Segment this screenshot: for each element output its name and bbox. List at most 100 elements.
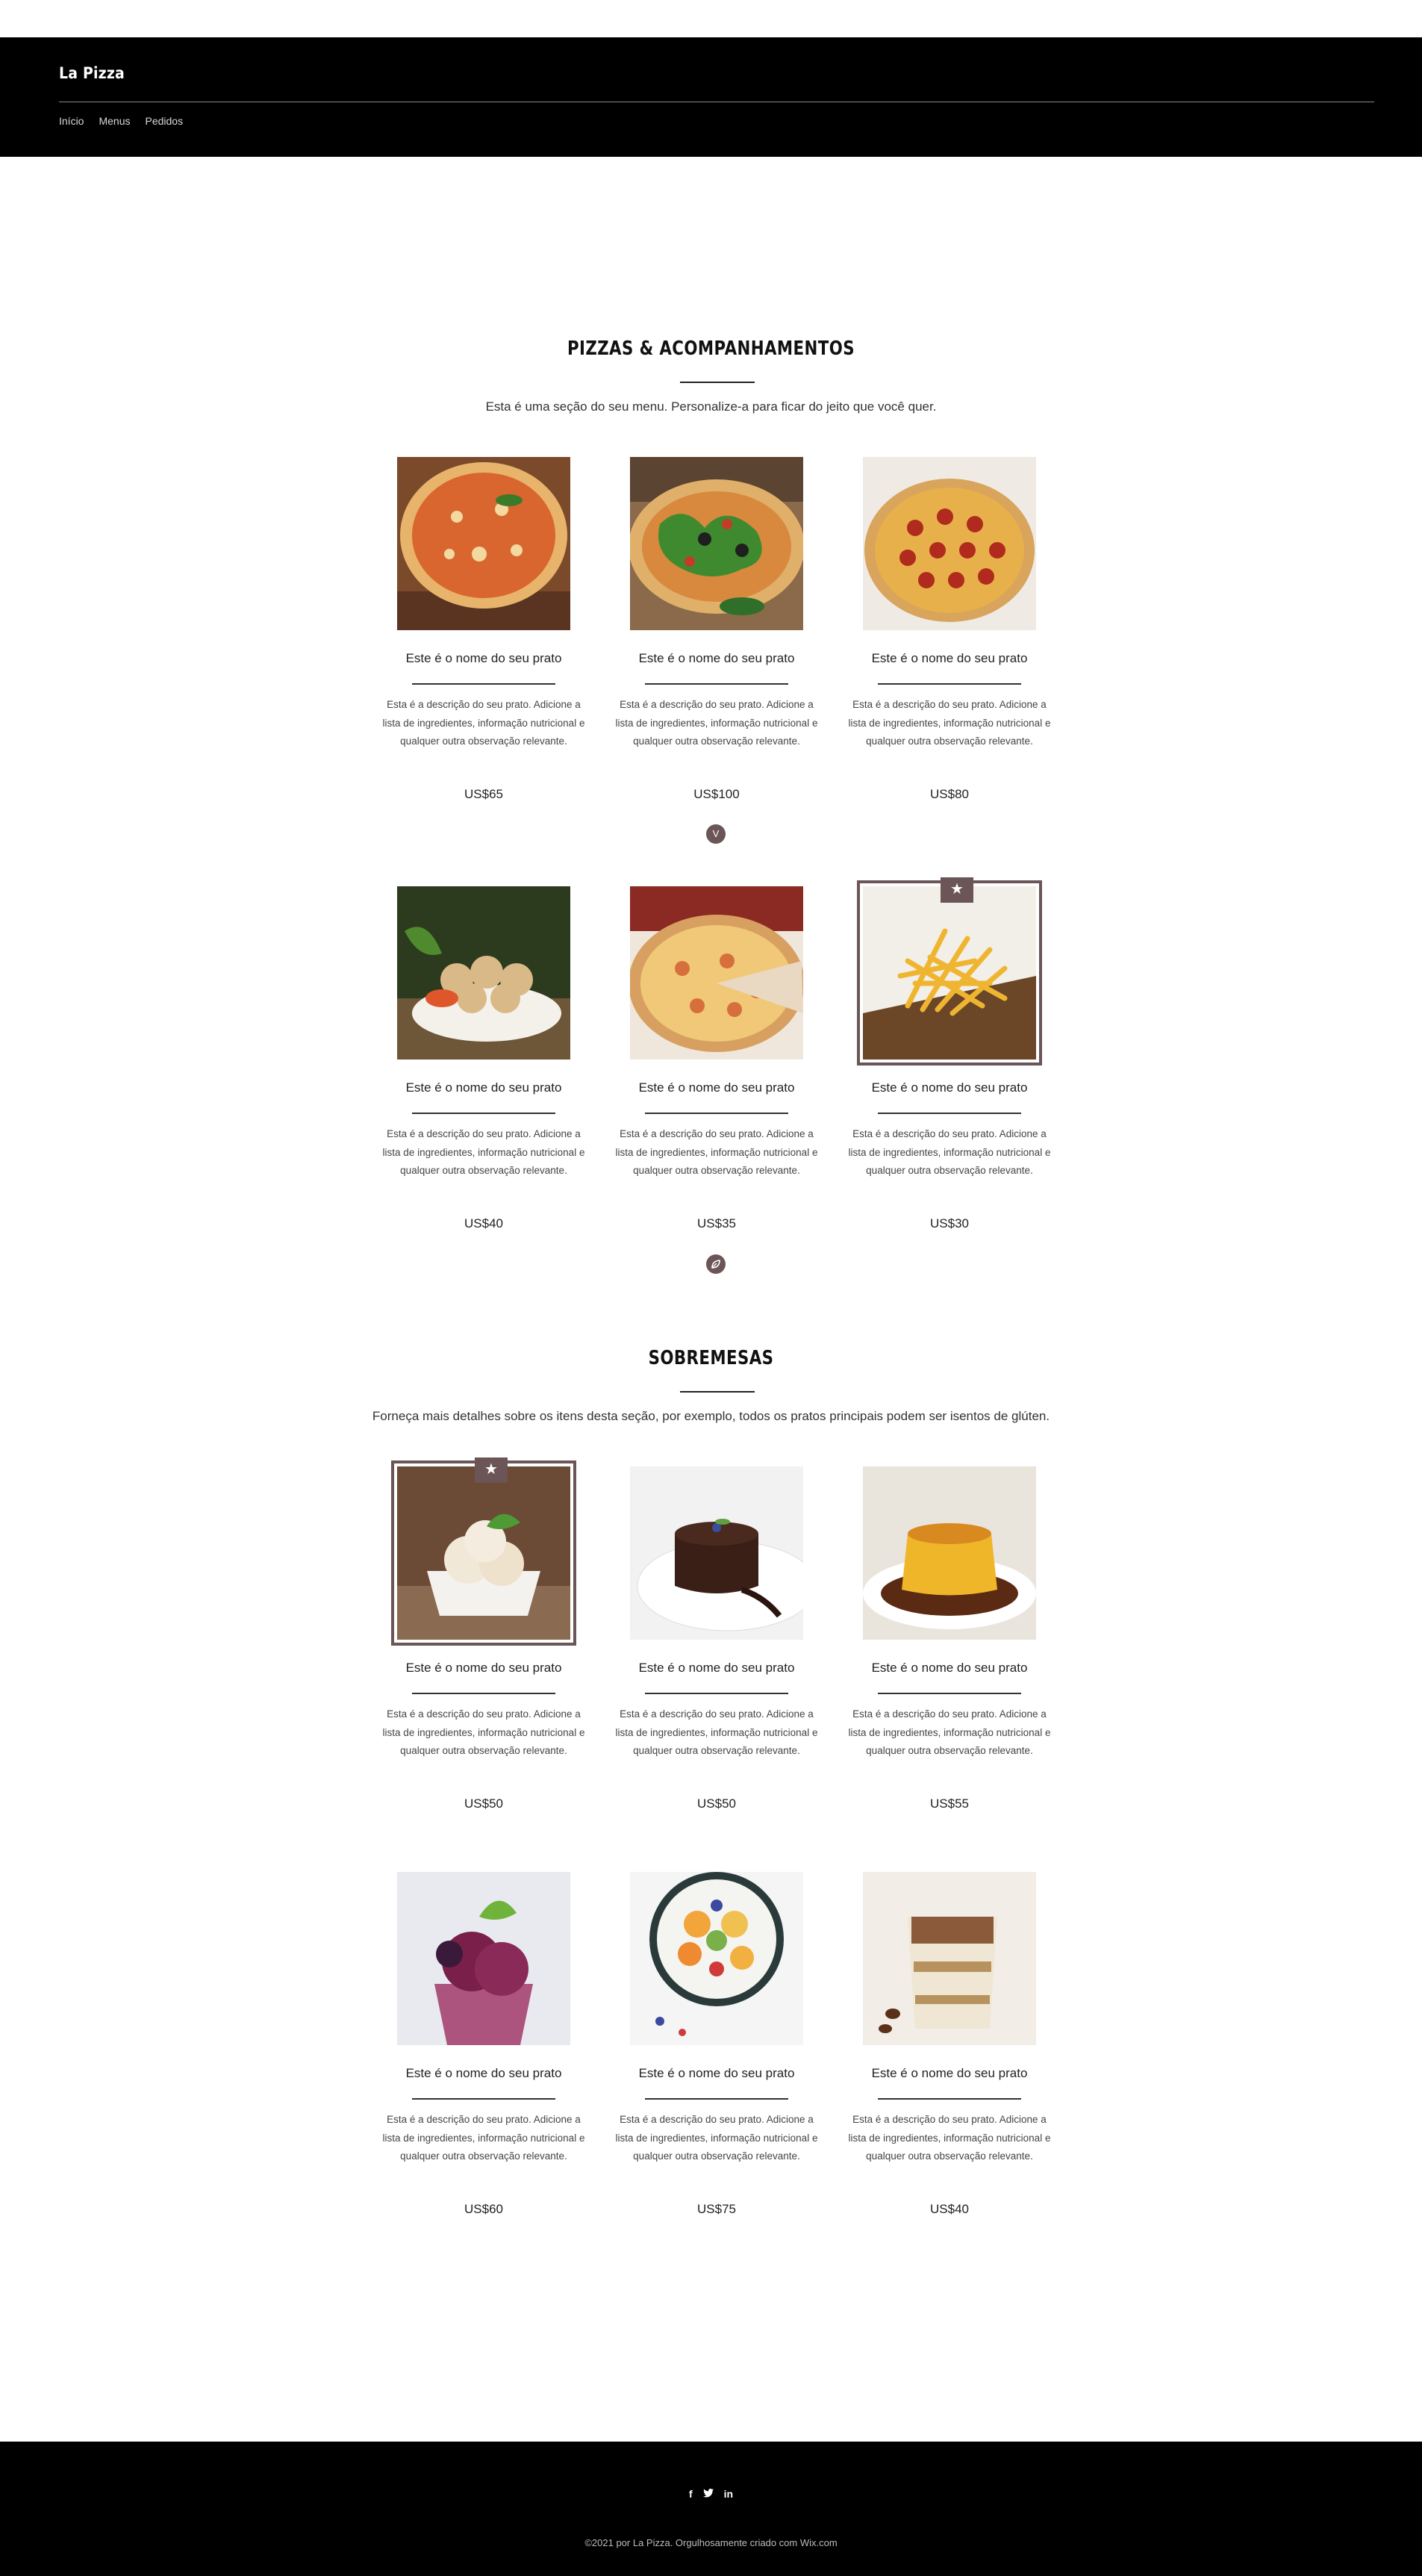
menu-item[interactable]: Este é o nome do seu prato Esta é a desc… [383,886,584,1231]
menu-item[interactable]: Este é o nome do seu prato Esta é a desc… [849,457,1050,801]
dish-name: Este é o nome do seu prato [638,1661,795,1675]
dish-price: US$80 [930,787,969,801]
copyright-text: ©2021 por La Pizza. Orgulhosamente criad… [584,2537,838,2548]
dish-description: Esta é a descrição do seu prato. Adicion… [615,1128,818,1176]
featured-star-icon: ★ [941,877,973,903]
dish-divider [645,1693,788,1694]
dish-divider [412,1693,555,1694]
dish-price: US$55 [930,1796,969,1811]
section-description: Forneça mais detalhes sobre os itens des… [372,1409,1050,1423]
nav-item-pedidos[interactable]: Pedidos [146,115,184,127]
dish-image-ice-cream [397,1466,570,1640]
dish-photo [863,1872,1036,2045]
dish-photo [630,1872,803,2045]
dish-name: Este é o nome do seu prato [405,2066,562,2080]
dish-photo: ★ [391,1457,576,1646]
menu-item[interactable]: Este é o nome do seu prato Esta é a desc… [616,1466,817,1811]
dish-name: Este é o nome do seu prato [638,2066,795,2080]
dish-image-french-fries [863,886,1036,1060]
linkedin-icon[interactable]: in [724,2488,733,2500]
section-title: PIZZAS & ACOMPANHAMENTOS [567,337,855,360]
main-nav: Início Menus Pedidos [59,115,183,127]
dish-image-pizza-arugula [630,457,803,630]
menu-item-featured[interactable]: ★ Este é o nome do seu prato Esta é a de… [383,1457,584,1811]
leaf-icon[interactable] [706,1254,726,1274]
dish-description: Esta é a descrição do seu prato. Adicion… [615,1708,818,1756]
menu-item[interactable]: Este é o nome do seu prato Esta é a desc… [616,457,817,801]
dish-photo [630,457,803,630]
dish-name: Este é o nome do seu prato [871,2066,1028,2080]
dish-price: US$100 [693,787,740,801]
dish-photo [630,886,803,1060]
dish-price: US$40 [464,1216,503,1231]
dish-name: Este é o nome do seu prato [405,651,562,665]
section-divider [680,382,755,383]
dish-divider [645,1113,788,1114]
dish-description: Esta é a descrição do seu prato. Adicion… [382,699,585,747]
dish-price: US$75 [697,2202,736,2216]
dish-price: US$60 [464,2202,503,2216]
dish-description: Esta é a descrição do seu prato. Adicion… [848,2114,1051,2162]
site-title[interactable]: La Pizza [59,64,125,82]
facebook-icon[interactable]: f [689,2488,693,2500]
nav-item-menus[interactable]: Menus [99,115,130,127]
dish-name: Este é o nome do seu prato [871,1080,1028,1095]
vegetarian-badge[interactable]: V [706,824,726,844]
dish-divider [412,683,555,685]
dish-image-tiramisu [863,1872,1036,2045]
menu-item[interactable]: Este é o nome do seu prato Esta é a desc… [849,1872,1050,2216]
dish-description: Esta é a descrição do seu prato. Adicion… [848,1128,1051,1176]
menu-item[interactable]: Este é o nome do seu prato Esta é a desc… [849,1466,1050,1811]
dish-description: Esta é a descrição do seu prato. Adicion… [615,2114,818,2162]
dish-description: Esta é a descrição do seu prato. Adicion… [615,699,818,747]
dish-photo [863,1466,1036,1640]
dish-description: Esta é a descrição do seu prato. Adicion… [848,1708,1051,1756]
dish-divider [878,2098,1021,2100]
dish-photo: ★ [857,877,1042,1065]
dish-name: Este é o nome do seu prato [871,1661,1028,1675]
dish-photo [630,1466,803,1640]
dish-image-garlic-bread-bowl [397,886,570,1060]
dish-divider [412,2098,555,2100]
dish-price: US$35 [697,1216,736,1231]
site-header: La Pizza Início Menus Pedidos [0,37,1422,157]
social-bar: f in [0,2488,1422,2500]
dish-name: Este é o nome do seu prato [871,651,1028,665]
dish-image-pizza-cheese [630,886,803,1060]
dish-price: US$50 [464,1796,503,1811]
nav-item-inicio[interactable]: Início [59,115,84,127]
featured-star-icon: ★ [475,1457,508,1483]
dish-divider [412,1113,555,1114]
menu-item[interactable]: Este é o nome do seu prato Esta é a desc… [616,1872,817,2216]
dish-price: US$50 [697,1796,736,1811]
dish-name: Este é o nome do seu prato [638,1080,795,1095]
menu-item-featured[interactable]: ★ Este é o nome do seu prato Esta é a de… [849,877,1050,1231]
dish-divider [878,683,1021,685]
menu-item[interactable]: Este é o nome do seu prato Esta é a desc… [616,886,817,1231]
dish-divider [878,1113,1021,1114]
dish-name: Este é o nome do seu prato [405,1661,562,1675]
section-divider [680,1391,755,1393]
dish-divider [645,683,788,685]
twitter-icon[interactable] [702,2488,714,2500]
dish-image-pizza-pepperoni [863,457,1036,630]
section-description: Esta é uma seção do seu menu. Personaliz… [485,399,937,414]
dish-price: US$30 [930,1216,969,1231]
dish-image-fruit-plate [630,1872,803,2045]
dish-photo [863,457,1036,630]
dish-photo [397,457,570,630]
dish-image-lava-cake [630,1466,803,1640]
dish-photo [397,1872,570,2045]
menu-item[interactable]: Este é o nome do seu prato Esta é a desc… [383,457,584,801]
section-title: SOBREMESAS [648,1347,774,1369]
dish-divider [645,2098,788,2100]
menu-item[interactable]: Este é o nome do seu prato Esta é a desc… [383,1872,584,2216]
dish-description: Esta é a descrição do seu prato. Adicion… [382,1708,585,1756]
dish-name: Este é o nome do seu prato [405,1080,562,1095]
dish-description: Esta é a descrição do seu prato. Adicion… [382,1128,585,1176]
dish-image-pizza-margherita [397,457,570,630]
dish-description: Esta é a descrição do seu prato. Adicion… [382,2114,585,2162]
dish-image-flan [863,1466,1036,1640]
dish-image-berry-sorbet [397,1872,570,2045]
dish-photo [397,886,570,1060]
